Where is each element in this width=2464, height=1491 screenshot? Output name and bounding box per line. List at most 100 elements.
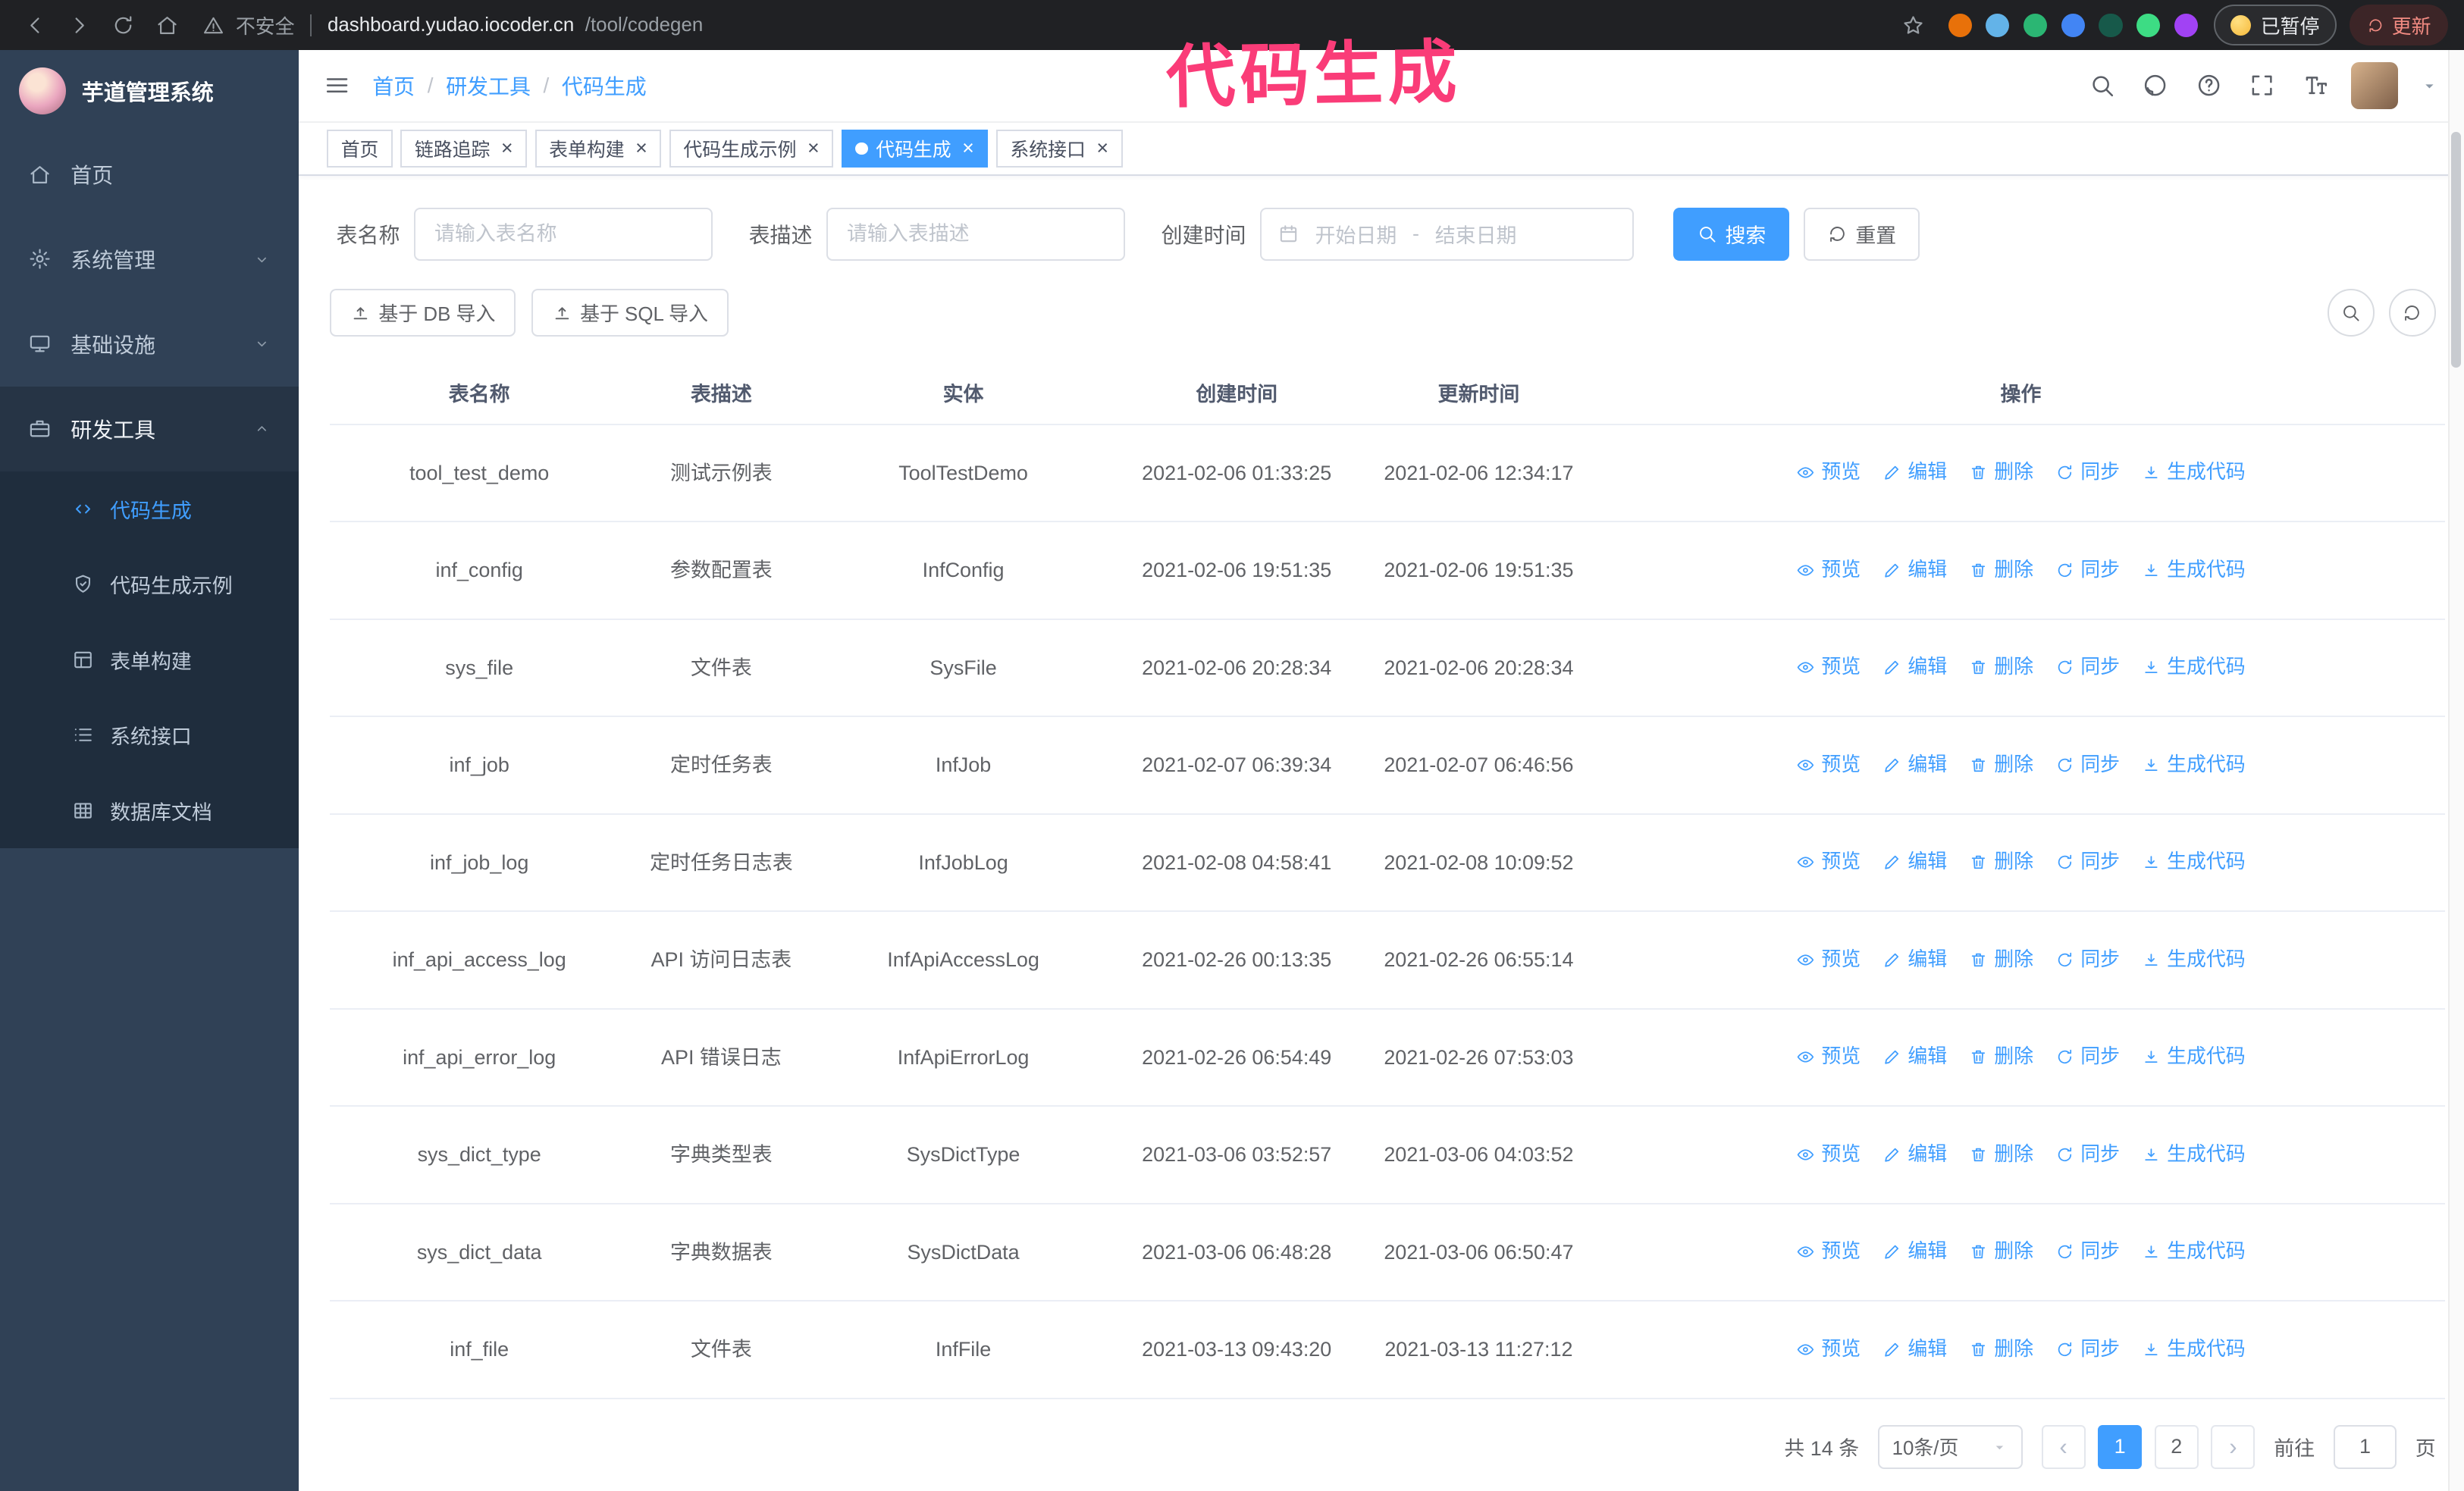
action-edit[interactable]: 编辑 — [1882, 456, 1947, 489]
extension-icon[interactable] — [1948, 13, 1972, 37]
extension-icon[interactable] — [2024, 13, 2048, 37]
action-edit[interactable]: 编辑 — [1882, 554, 1947, 587]
reset-button[interactable]: 重置 — [1804, 207, 1920, 262]
import-sql-button[interactable]: 基于 SQL 导入 — [531, 289, 729, 337]
fullscreen-icon[interactable] — [2249, 72, 2275, 99]
close-icon[interactable]: × — [962, 138, 974, 158]
action-preview[interactable]: 预览 — [1796, 1139, 1861, 1171]
paused-badge[interactable]: 已暂停 — [2213, 5, 2337, 45]
forward-icon[interactable] — [60, 5, 99, 45]
close-icon[interactable]: × — [501, 138, 513, 158]
toggle-search-button[interactable] — [2327, 289, 2375, 337]
refresh-table-button[interactable] — [2388, 289, 2436, 337]
action-edit[interactable]: 编辑 — [1882, 1139, 1947, 1171]
action-sync[interactable]: 同步 — [2055, 651, 2120, 684]
action-sync[interactable]: 同步 — [2055, 846, 2120, 879]
page-button[interactable]: 2 — [2154, 1424, 2199, 1469]
sidebar-subitem[interactable]: 代码生成示例 — [0, 547, 299, 622]
action-preview[interactable]: 预览 — [1796, 749, 1861, 782]
table-desc-input[interactable] — [826, 207, 1125, 262]
tab[interactable]: 链路追踪 × — [400, 130, 528, 168]
action-delete[interactable]: 删除 — [1969, 1333, 2033, 1366]
action-generate[interactable]: 生成代码 — [2142, 1236, 2246, 1268]
action-preview[interactable]: 预览 — [1796, 1333, 1861, 1366]
action-preview[interactable]: 预览 — [1796, 554, 1861, 587]
sidebar-subitem[interactable]: 系统接口 — [0, 697, 299, 772]
sidebar-subitem[interactable]: 表单构建 — [0, 622, 299, 697]
action-generate[interactable]: 生成代码 — [2142, 1333, 2246, 1366]
action-edit[interactable]: 编辑 — [1882, 1236, 1947, 1268]
action-generate[interactable]: 生成代码 — [2142, 1041, 2246, 1073]
tab[interactable]: 系统接口 × — [995, 130, 1123, 168]
app-logo[interactable]: 芋道管理系统 — [0, 50, 299, 132]
action-edit[interactable]: 编辑 — [1882, 1041, 1947, 1073]
action-sync[interactable]: 同步 — [2055, 1139, 2120, 1171]
action-generate[interactable]: 生成代码 — [2142, 944, 2246, 976]
action-generate[interactable]: 生成代码 — [2142, 846, 2246, 879]
extension-icon[interactable] — [2061, 13, 2085, 37]
page-size-select[interactable]: 10条/页 — [1878, 1424, 2023, 1469]
next-page-button[interactable]: › — [2211, 1424, 2256, 1469]
action-sync[interactable]: 同步 — [2055, 1236, 2120, 1268]
back-icon[interactable] — [16, 5, 55, 45]
action-generate[interactable]: 生成代码 — [2142, 1139, 2246, 1171]
breadcrumb-item[interactable]: 首页 — [372, 70, 415, 101]
action-preview[interactable]: 预览 — [1796, 1041, 1861, 1073]
action-sync[interactable]: 同步 — [2055, 749, 2120, 782]
action-preview[interactable]: 预览 — [1796, 846, 1861, 879]
goto-page-input[interactable] — [2334, 1424, 2397, 1469]
question-icon[interactable] — [2196, 72, 2222, 99]
url-bar[interactable]: 不安全 dashboard.yudao.iocoder.cn/tool/code… — [202, 11, 1879, 39]
user-avatar[interactable] — [2350, 61, 2398, 110]
tab[interactable]: 代码生成示例 × — [669, 130, 834, 168]
action-generate[interactable]: 生成代码 — [2142, 749, 2246, 782]
action-delete[interactable]: 删除 — [1969, 944, 2033, 976]
tab[interactable]: 首页 — [327, 130, 393, 168]
search-button[interactable]: 搜索 — [1673, 207, 1790, 262]
close-icon[interactable]: × — [635, 138, 647, 158]
update-button[interactable]: 更新 — [2349, 5, 2449, 45]
action-edit[interactable]: 编辑 — [1882, 749, 1947, 782]
sidebar-subitem[interactable]: 数据库文档 — [0, 773, 299, 848]
action-sync[interactable]: 同步 — [2055, 1041, 2120, 1073]
page-button[interactable]: 1 — [2098, 1424, 2143, 1469]
action-sync[interactable]: 同步 — [2055, 1333, 2120, 1366]
action-preview[interactable]: 预览 — [1796, 1236, 1861, 1268]
action-sync[interactable]: 同步 — [2055, 456, 2120, 489]
action-edit[interactable]: 编辑 — [1882, 651, 1947, 684]
action-delete[interactable]: 删除 — [1969, 1139, 2033, 1171]
close-icon[interactable]: × — [1096, 138, 1108, 158]
sidebar-item[interactable]: 系统管理 — [0, 217, 299, 302]
extension-icon[interactable] — [2174, 13, 2198, 37]
action-delete[interactable]: 删除 — [1969, 846, 2033, 879]
search-icon[interactable] — [2089, 72, 2115, 99]
action-delete[interactable]: 删除 — [1969, 651, 2033, 684]
action-preview[interactable]: 预览 — [1796, 651, 1861, 684]
action-delete[interactable]: 删除 — [1969, 1236, 2033, 1268]
fontsize-icon[interactable] — [2303, 72, 2329, 99]
action-delete[interactable]: 删除 — [1969, 1041, 2033, 1073]
extension-icon[interactable] — [2099, 13, 2123, 37]
action-edit[interactable]: 编辑 — [1882, 846, 1947, 879]
date-range-picker[interactable]: 开始日期 - 结束日期 — [1260, 207, 1635, 262]
tab[interactable]: 代码生成 × — [841, 130, 989, 168]
action-sync[interactable]: 同步 — [2055, 944, 2120, 976]
github-icon[interactable] — [2142, 72, 2168, 99]
caret-down-icon[interactable] — [2420, 77, 2439, 96]
reload-icon[interactable] — [104, 5, 143, 45]
action-generate[interactable]: 生成代码 — [2142, 554, 2246, 587]
prev-page-button[interactable]: ‹ — [2041, 1424, 2086, 1469]
extension-icon[interactable] — [1986, 13, 2010, 37]
action-edit[interactable]: 编辑 — [1882, 1333, 1947, 1366]
tab[interactable]: 表单构建 × — [534, 130, 662, 168]
sidebar-item[interactable]: 首页 — [0, 132, 299, 217]
breadcrumb-item[interactable]: 研发工具 — [446, 70, 531, 101]
action-delete[interactable]: 删除 — [1969, 456, 2033, 489]
breadcrumb-item[interactable]: 代码生成 — [562, 70, 647, 101]
table-name-input[interactable] — [414, 207, 713, 262]
action-generate[interactable]: 生成代码 — [2142, 456, 2246, 489]
action-sync[interactable]: 同步 — [2055, 554, 2120, 587]
extension-icon[interactable] — [2136, 13, 2161, 37]
home-icon[interactable] — [148, 5, 187, 45]
action-generate[interactable]: 生成代码 — [2142, 651, 2246, 684]
